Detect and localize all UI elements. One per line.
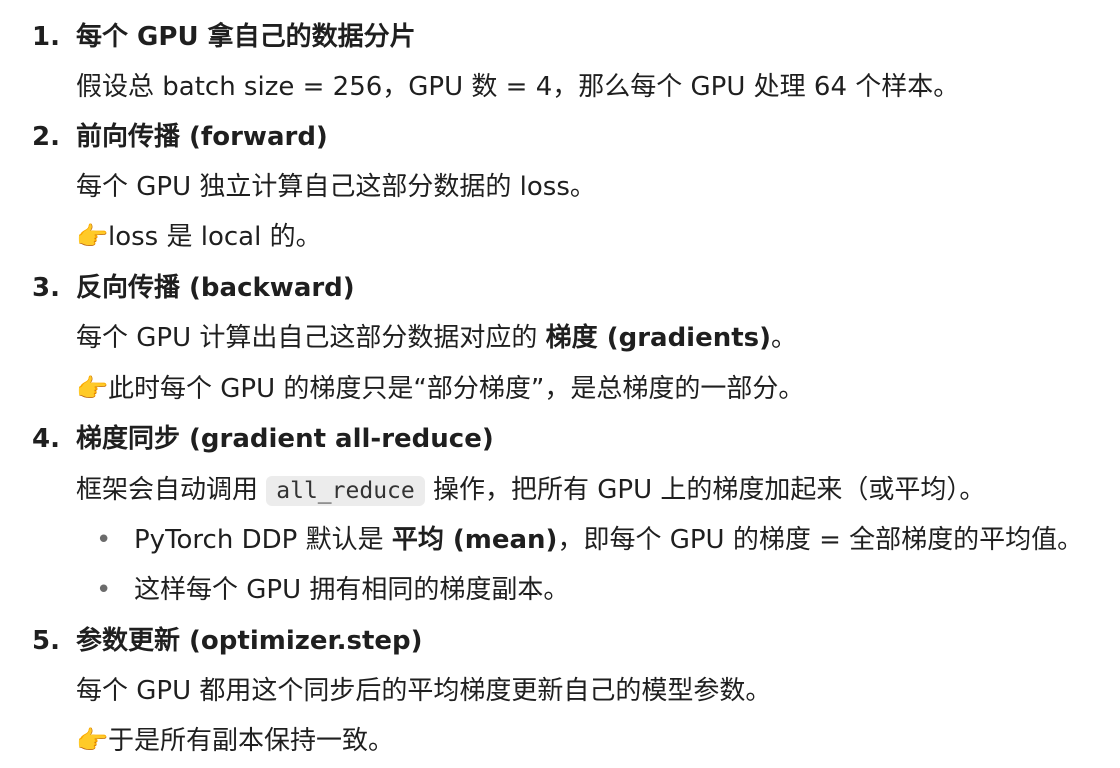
pointing-right-icon: 👉 bbox=[76, 726, 109, 756]
bullet-text: 这样每个 GPU 拥有相同的梯度副本。 bbox=[134, 575, 570, 605]
bullet-text-part: ，即每个 GPU 的梯度 = 全部梯度的平均值。 bbox=[557, 525, 1084, 555]
step-note: 👉loss 是 local 的。 bbox=[76, 220, 322, 254]
step-number: 1. bbox=[32, 22, 60, 52]
step-paragraph: 每个 GPU 都用这个同步后的平均梯度更新自己的模型参数。 bbox=[76, 676, 772, 706]
bullet-text-part: PyTorch DDP 默认是 bbox=[134, 525, 392, 555]
step-paragraph: 每个 GPU 独立计算自己这部分数据的 loss。 bbox=[76, 172, 596, 202]
step-title: 反向传播 (backward) bbox=[76, 273, 355, 303]
step-number: 5. bbox=[32, 626, 60, 656]
bullet-dot-icon: • bbox=[96, 525, 112, 555]
inline-code: all_reduce bbox=[266, 476, 425, 506]
step-title: 参数更新 (optimizer.step) bbox=[76, 626, 423, 656]
paragraph-text: 框架会自动调用 bbox=[76, 475, 267, 505]
step-number: 2. bbox=[32, 122, 60, 152]
step-title: 前向传播 (forward) bbox=[76, 122, 328, 152]
paragraph-text: 。 bbox=[771, 323, 798, 353]
pointing-right-icon: 👉 bbox=[76, 222, 109, 252]
step-paragraph: 每个 GPU 计算出自己这部分数据对应的 梯度 (gradients)。 bbox=[76, 321, 797, 355]
step-number: 4. bbox=[32, 424, 60, 454]
paragraph-text: 操作，把所有 GPU 上的梯度加起来（或平均）。 bbox=[424, 475, 986, 505]
pointing-right-icon: 👉 bbox=[76, 374, 109, 404]
step-paragraph: 框架会自动调用 all_reduce 操作，把所有 GPU 上的梯度加起来（或平… bbox=[76, 473, 985, 508]
note-text: loss 是 local 的。 bbox=[108, 222, 322, 252]
bullet-text: PyTorch DDP 默认是 平均 (mean)，即每个 GPU 的梯度 = … bbox=[134, 523, 1083, 557]
step-number: 3. bbox=[32, 273, 60, 303]
note-text: 此时每个 GPU 的梯度只是“部分梯度”，是总梯度的一部分。 bbox=[108, 374, 805, 404]
step-title: 梯度同步 (gradient all-reduce) bbox=[76, 424, 494, 454]
step-title: 每个 GPU 拿自己的数据分片 bbox=[76, 22, 416, 52]
step-note: 👉此时每个 GPU 的梯度只是“部分梯度”，是总梯度的一部分。 bbox=[76, 372, 804, 406]
note-text: 于是所有副本保持一致。 bbox=[108, 726, 395, 756]
paragraph-text: 每个 GPU 计算出自己这部分数据对应的 bbox=[76, 323, 546, 353]
step-paragraph: 假设总 batch size = 256，GPU 数 = 4，那么每个 GPU … bbox=[76, 72, 960, 102]
bullet-dot-icon: • bbox=[96, 575, 112, 605]
bold-term: 梯度 (gradients) bbox=[545, 323, 772, 353]
bold-term: 平均 (mean) bbox=[391, 525, 558, 555]
step-note: 👉于是所有副本保持一致。 bbox=[76, 724, 394, 758]
